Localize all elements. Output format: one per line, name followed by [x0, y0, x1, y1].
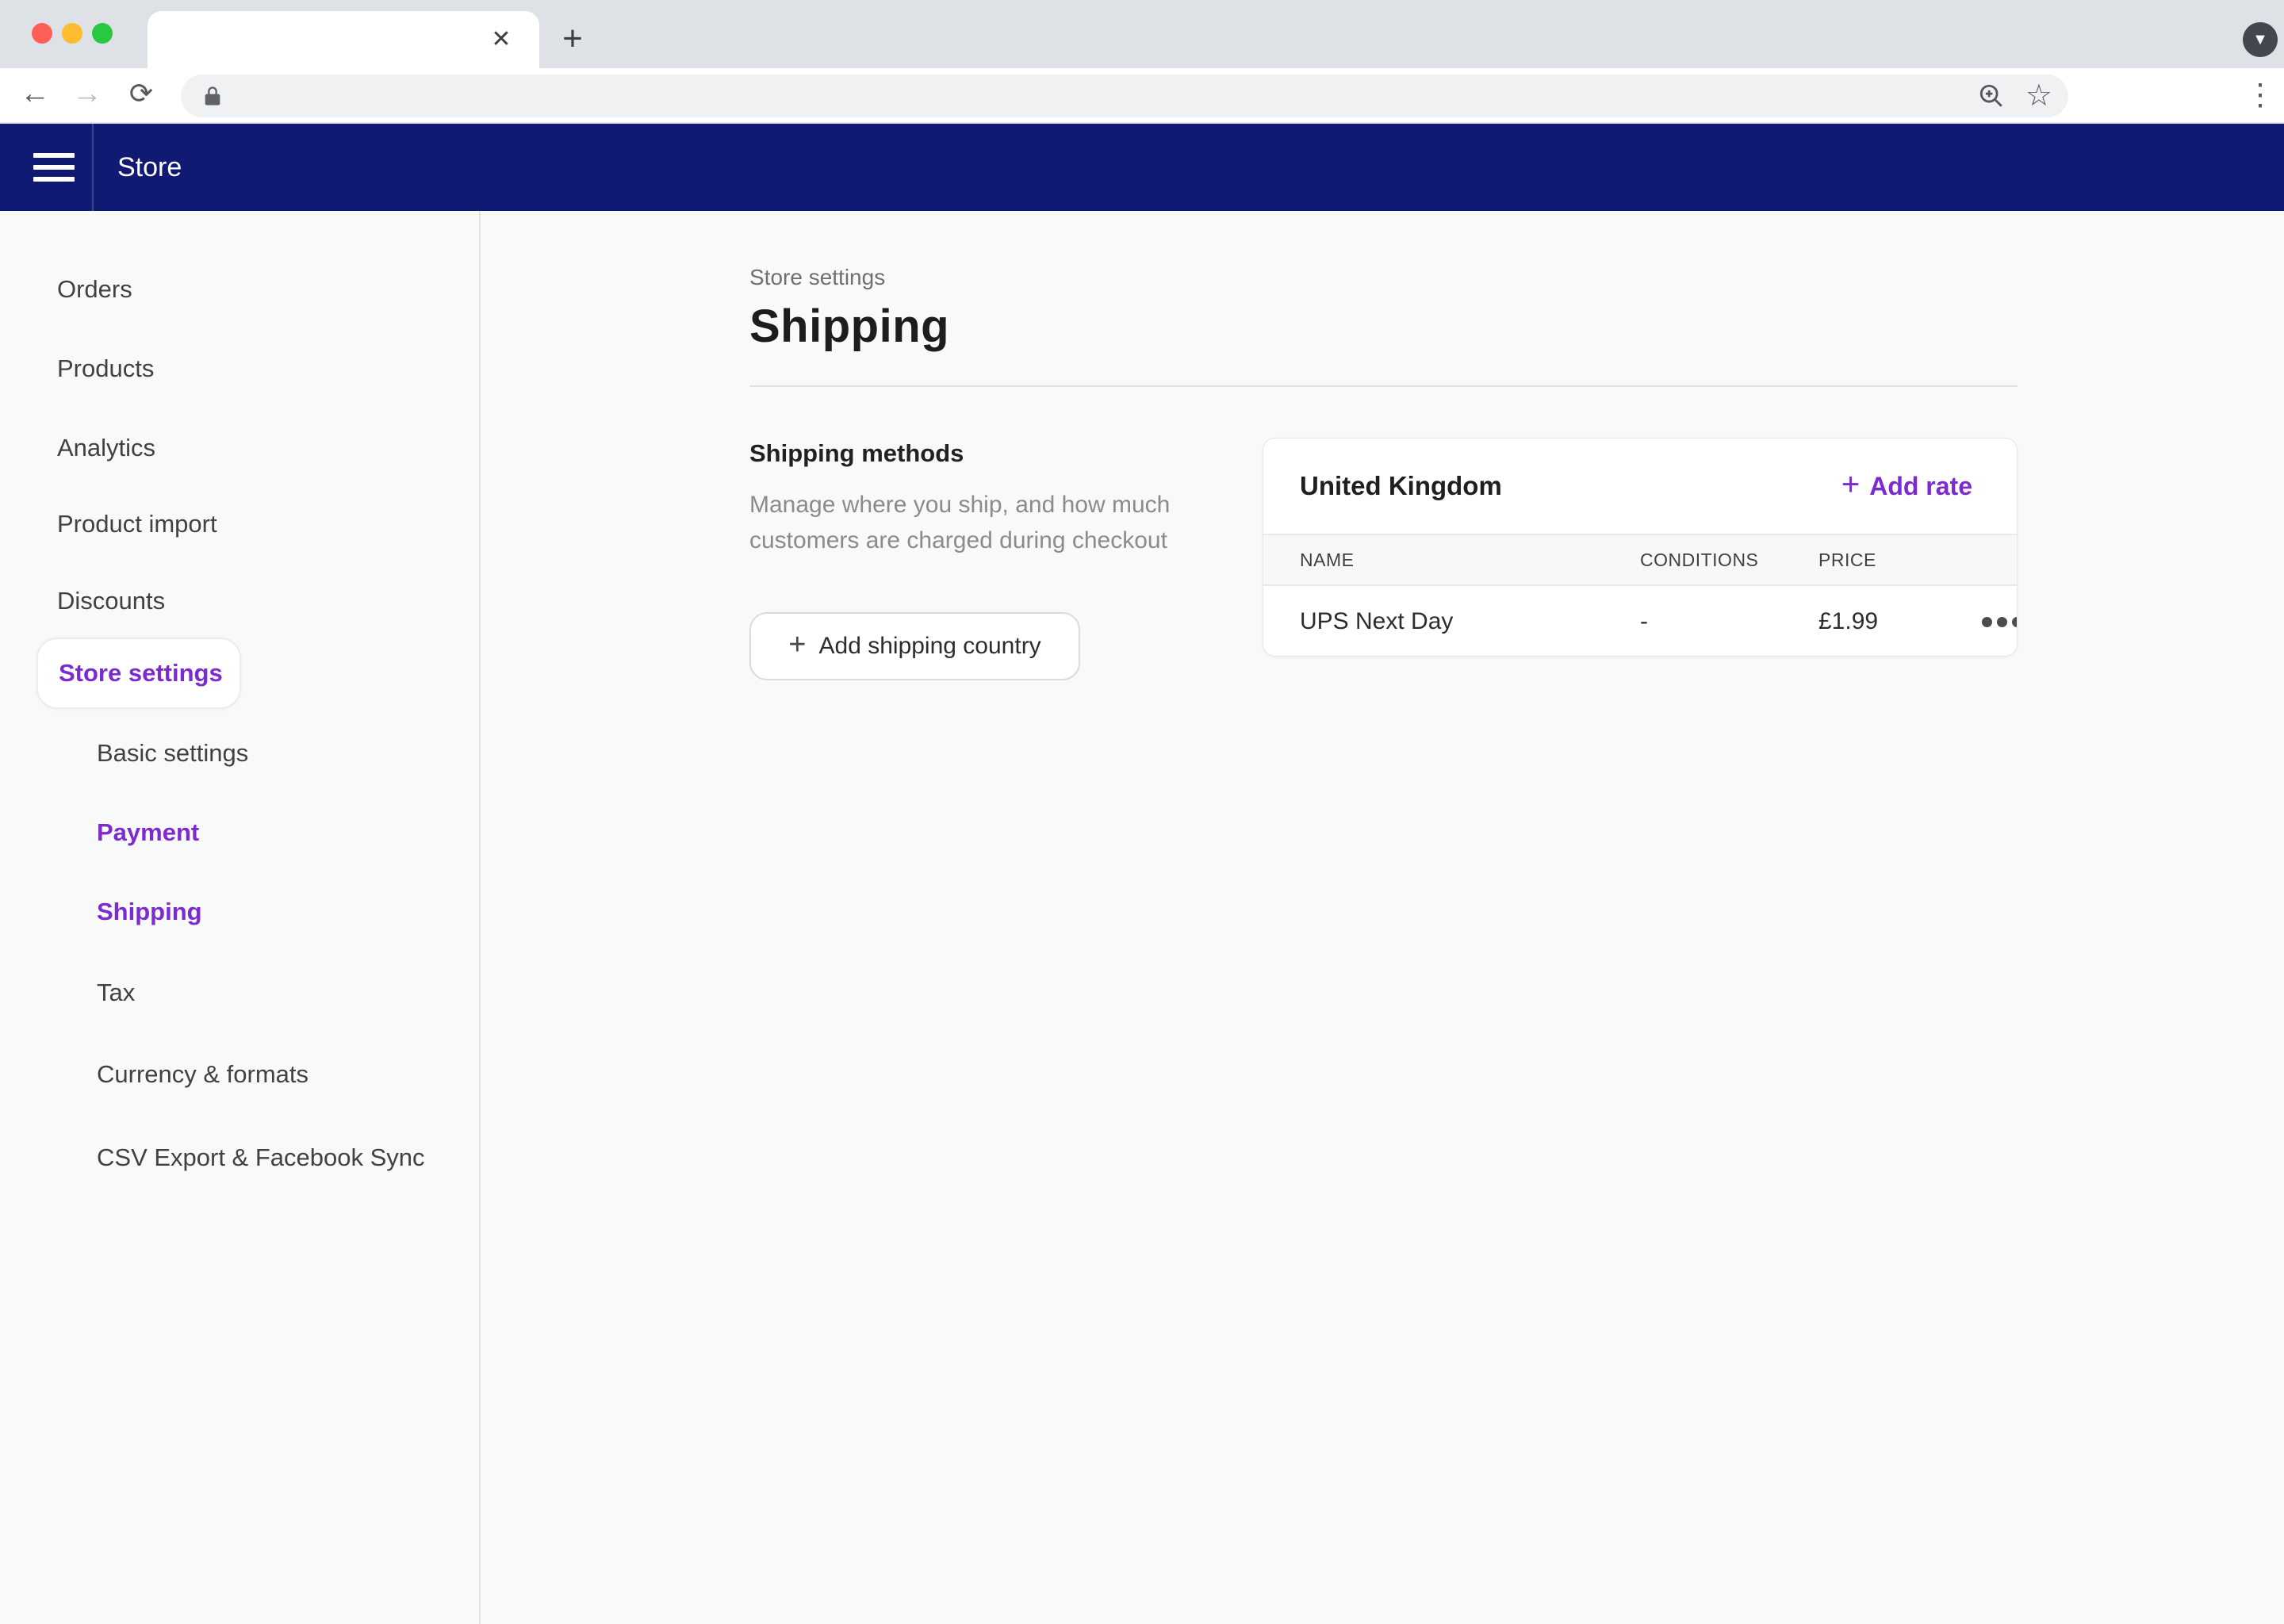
column-header-name: NAME: [1300, 550, 1640, 571]
window-zoom-button[interactable]: [92, 23, 113, 44]
sidebar: Orders Products Analytics Product import…: [0, 211, 481, 1624]
window-minimize-button[interactable]: [62, 23, 82, 44]
reload-icon[interactable]: ⟳: [117, 68, 165, 122]
breadcrumb: Store settings: [749, 265, 885, 290]
hamburger-menu-icon[interactable]: [33, 153, 75, 182]
sidebar-item-shipping[interactable]: Shipping: [97, 894, 202, 929]
country-name: United Kingdom: [1300, 471, 1502, 501]
sidebar-item-orders[interactable]: Orders: [57, 272, 132, 307]
sidebar-item-discounts[interactable]: Discounts: [57, 584, 165, 619]
add-shipping-country-label: Add shipping country: [819, 633, 1041, 660]
browser-tabstrip: ✕ + ▼: [0, 0, 2284, 68]
browser-tab[interactable]: ✕: [148, 11, 539, 68]
sidebar-item-payment[interactable]: Payment: [97, 815, 199, 850]
rate-conditions: -: [1640, 608, 1818, 635]
column-header-price: PRICE: [1818, 550, 1945, 571]
forward-icon[interactable]: →: [63, 68, 111, 122]
add-rate-button[interactable]: + Add rate: [1841, 470, 1972, 503]
plus-icon: +: [1841, 467, 1860, 503]
browser-menu-icon[interactable]: ⋮: [2243, 70, 2278, 122]
zoom-icon[interactable]: [1978, 82, 2005, 109]
country-card-header: United Kingdom + Add rate: [1263, 439, 2017, 534]
lock-icon: [201, 85, 224, 107]
app-title: Store: [117, 124, 182, 211]
add-shipping-country-button[interactable]: + Add shipping country: [749, 612, 1080, 680]
sidebar-item-tax[interactable]: Tax: [97, 975, 135, 1010]
sidebar-item-label: Store settings: [59, 639, 223, 707]
sidebar-item-csv-export[interactable]: CSV Export & Facebook Sync: [97, 1140, 425, 1175]
back-icon[interactable]: ←: [11, 68, 59, 122]
new-tab-button[interactable]: +: [554, 21, 592, 59]
column-header-conditions: CONDITIONS: [1640, 550, 1818, 571]
app-navbar: Store: [0, 124, 2284, 211]
rate-price: £1.99: [1818, 608, 1945, 635]
shipping-methods-heading: Shipping methods: [749, 439, 964, 468]
address-bar[interactable]: ☆: [181, 75, 2068, 117]
plus-icon: +: [788, 628, 806, 662]
close-tab-icon[interactable]: ✕: [485, 24, 517, 56]
bookmark-star-icon[interactable]: ☆: [2025, 75, 2052, 117]
sidebar-item-basic-settings[interactable]: Basic settings: [97, 736, 248, 771]
sidebar-item-store-settings[interactable]: Store settings: [36, 638, 241, 709]
rate-table-row: UPS Next Day - £1.99: [1263, 586, 2017, 657]
sidebar-item-product-import[interactable]: Product import: [57, 507, 217, 542]
rate-name: UPS Next Day: [1300, 608, 1640, 635]
browser-toolbar: ← → ⟳ ☆ ⋮: [0, 68, 2284, 124]
address-bar-actions: ☆: [1978, 75, 2052, 117]
sidebar-item-products[interactable]: Products: [57, 351, 154, 386]
window-close-button[interactable]: [32, 23, 52, 44]
title-divider: [749, 385, 2018, 387]
shipping-country-card: United Kingdom + Add rate NAME CONDITION…: [1263, 438, 2018, 657]
add-rate-label: Add rate: [1869, 472, 1972, 501]
page-title: Shipping: [749, 300, 949, 353]
tab-search-dropdown-icon[interactable]: ▼: [2243, 22, 2278, 57]
shipping-methods-description: Manage where you ship, and how much cust…: [749, 487, 1178, 558]
rate-row-menu-icon[interactable]: [1945, 617, 2018, 627]
sidebar-item-analytics[interactable]: Analytics: [57, 431, 155, 465]
navbar-divider: [92, 124, 94, 211]
rates-table-header: NAME CONDITIONS PRICE: [1263, 534, 2017, 586]
sidebar-item-currency[interactable]: Currency & formats: [97, 1057, 308, 1092]
